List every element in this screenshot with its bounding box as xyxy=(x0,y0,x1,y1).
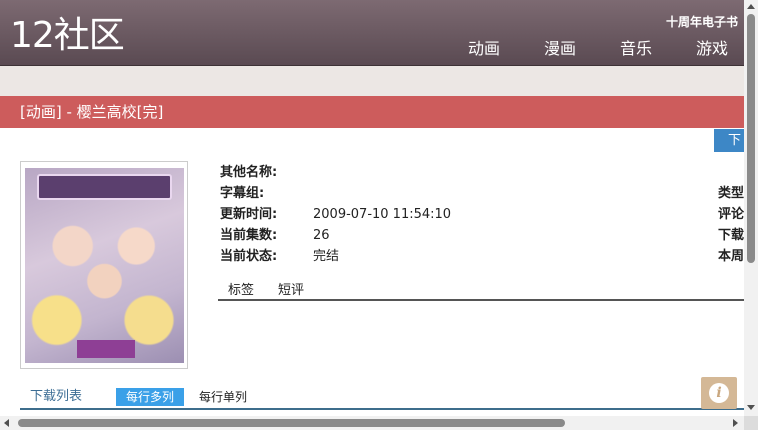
download-list-title[interactable]: 下载列表 xyxy=(30,389,82,405)
info-icon: i xyxy=(709,383,729,403)
info-label: 当前集数: xyxy=(220,228,278,243)
info-value: 完结 xyxy=(313,249,340,264)
tab-tags[interactable]: 标签 xyxy=(228,283,254,299)
subheader-band xyxy=(0,66,744,96)
nav-item-manga[interactable]: 漫画 xyxy=(544,38,576,60)
cover-title-banner xyxy=(37,174,172,200)
multi-column-button[interactable]: 每行多列 xyxy=(116,388,184,406)
download-tab[interactable]: 下 xyxy=(714,129,744,152)
vertical-scroll-thumb[interactable] xyxy=(747,14,755,263)
main-nav: 动画 漫画 音乐 游戏 xyxy=(468,38,744,60)
info-value: 26 xyxy=(313,228,330,243)
nav-item-games[interactable]: 游戏 xyxy=(696,38,728,60)
info-label: 当前状态: xyxy=(220,249,278,264)
nav-item-anime[interactable]: 动画 xyxy=(468,38,500,60)
single-column-button[interactable]: 每行单列 xyxy=(199,389,247,405)
info-label: 其他名称: xyxy=(220,165,278,180)
detail-tabs: 标签 短评 xyxy=(218,283,744,301)
site-logo[interactable]: 12社区 xyxy=(10,14,125,58)
anniversary-ebook-link[interactable]: 十周年电子书 xyxy=(666,13,738,30)
scroll-right-arrow-icon[interactable] xyxy=(733,419,738,427)
scroll-down-arrow-icon[interactable] xyxy=(747,405,755,410)
vertical-scrollbar[interactable] xyxy=(744,0,758,416)
title-bar: [动画] - 樱兰高校[完] xyxy=(0,96,744,128)
page-title: [动画] - 樱兰高校[完] xyxy=(20,103,164,121)
info-label-comments: 评论 xyxy=(718,207,745,222)
scroll-up-arrow-icon[interactable] xyxy=(747,4,755,9)
info-label-type: 类型 xyxy=(718,186,745,201)
cover-image-frame xyxy=(20,161,188,369)
info-label: 更新时间: xyxy=(220,207,278,222)
horizontal-scroll-thumb[interactable] xyxy=(18,419,565,427)
scrollbar-corner xyxy=(744,416,758,430)
cover-badge xyxy=(77,340,135,358)
info-float-button[interactable]: i xyxy=(701,377,737,409)
info-label: 字幕组: xyxy=(220,186,265,201)
info-value: 2009-07-10 11:54:10 xyxy=(313,207,452,222)
info-label-downloads: 下载 xyxy=(718,228,745,243)
download-list-bar: 下载列表 每行多列 每行单列 xyxy=(20,388,744,410)
tab-short-reviews[interactable]: 短评 xyxy=(278,283,304,299)
cover-image xyxy=(25,168,184,363)
nav-item-music[interactable]: 音乐 xyxy=(620,38,652,60)
site-header: 12社区 十周年电子书 动画 漫画 音乐 游戏 xyxy=(0,0,744,66)
info-label-weekly: 本周 xyxy=(718,249,745,264)
horizontal-scrollbar[interactable] xyxy=(0,416,744,430)
scroll-left-arrow-icon[interactable] xyxy=(4,419,9,427)
